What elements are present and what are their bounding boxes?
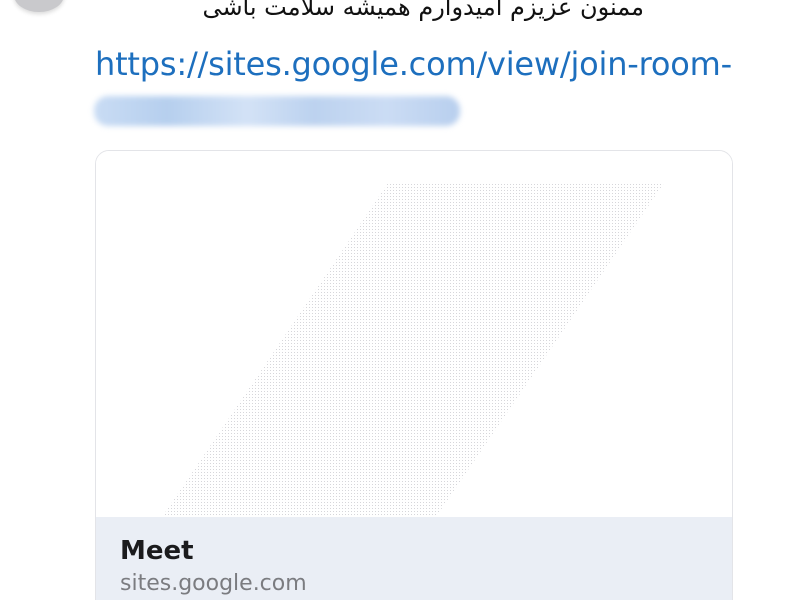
chat-screen: ممنون عزیزم امیدوارم همیشه سلامت باشی ht… bbox=[0, 0, 800, 600]
placeholder-pattern-icon bbox=[162, 183, 664, 517]
message-text: ممنون عزیزم امیدوارم همیشه سلامت باشی bbox=[202, 0, 644, 21]
link-preview-domain: sites.google.com bbox=[120, 571, 307, 596]
link-preview-image bbox=[96, 151, 732, 517]
avatar[interactable] bbox=[14, 0, 64, 12]
link-preview-footer: Meet sites.google.com bbox=[96, 517, 732, 600]
message-link[interactable]: https://sites.google.com/view/join-room- bbox=[95, 44, 732, 84]
blurred-link-continuation[interactable] bbox=[94, 96, 460, 126]
link-preview-title: Meet bbox=[120, 536, 194, 566]
link-preview-card[interactable]: Meet sites.google.com bbox=[95, 150, 733, 600]
